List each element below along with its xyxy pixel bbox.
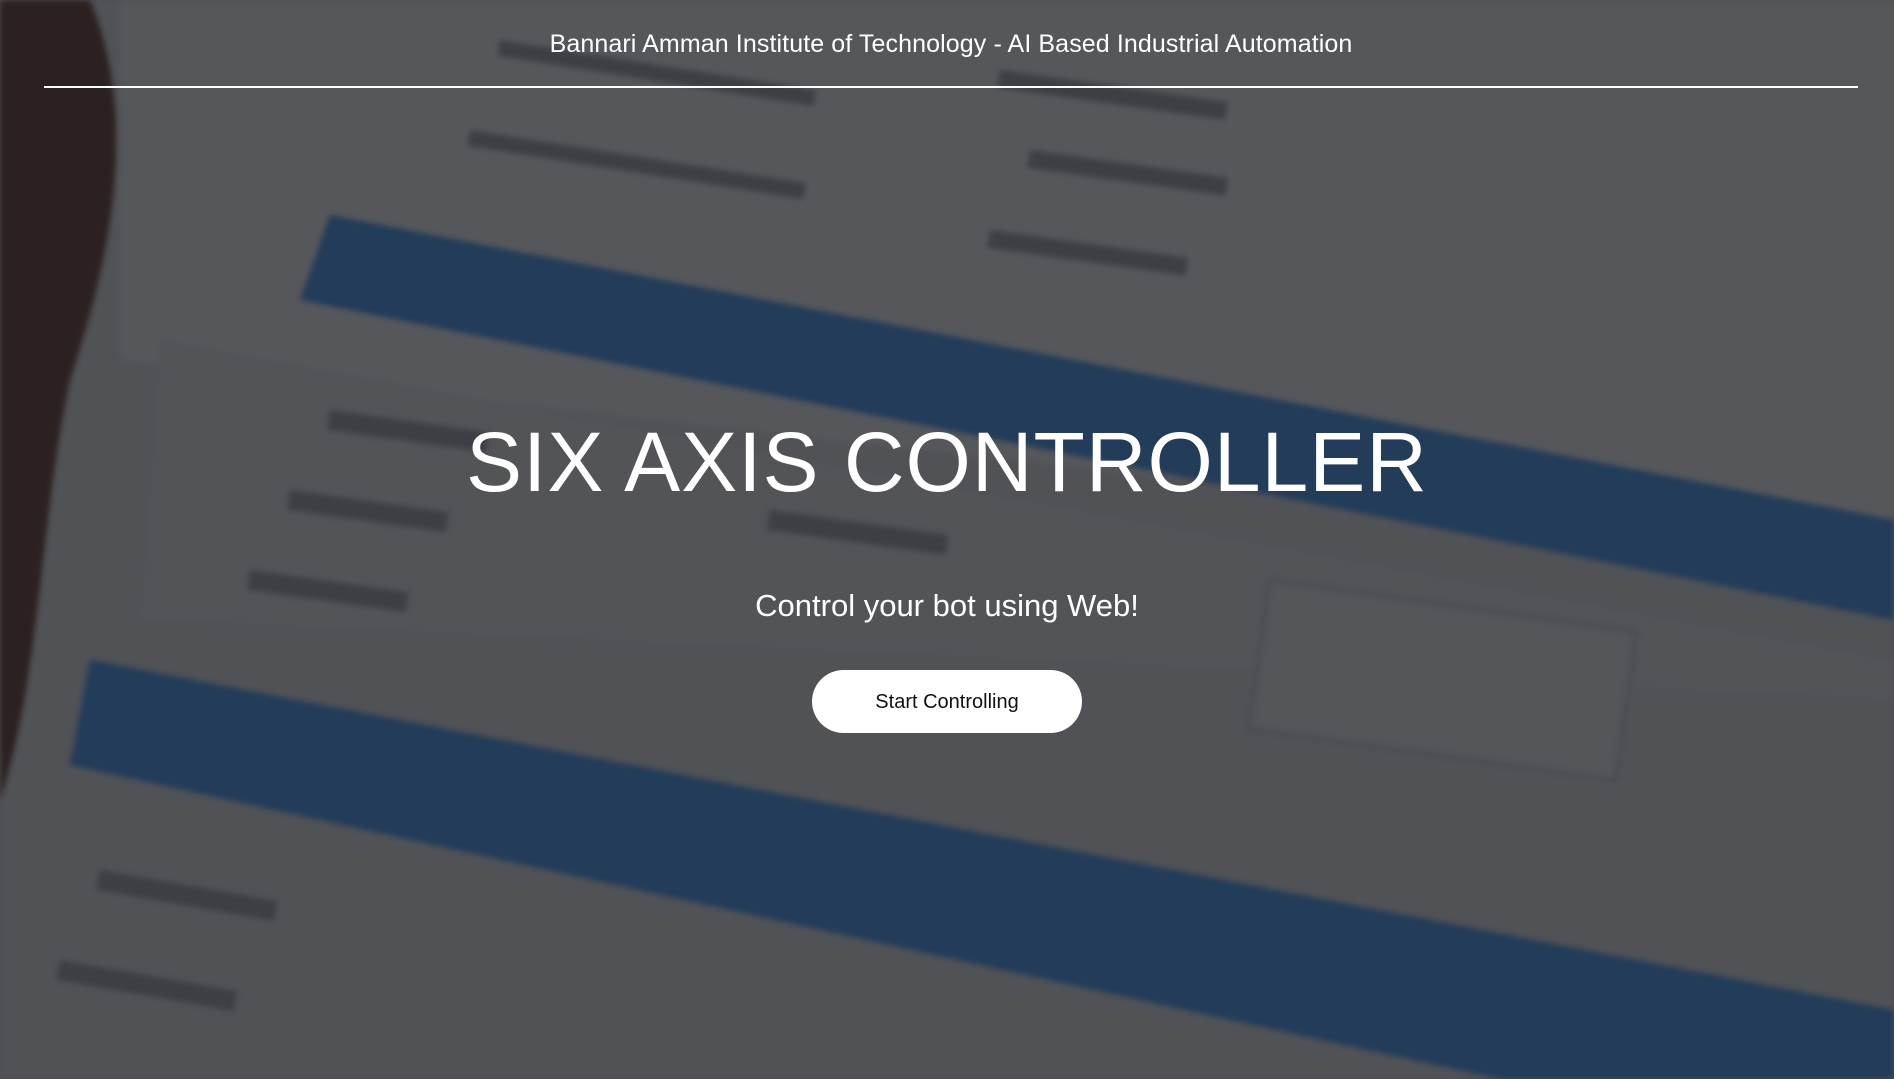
- landing-page: Bannari Amman Institute of Technology - …: [0, 0, 1894, 1079]
- site-title: Bannari Amman Institute of Technology - …: [549, 30, 1353, 58]
- hero-title: SIX AXIS CONTROLLER: [466, 415, 1428, 509]
- hero-section: SIX AXIS CONTROLLER Control your bot usi…: [0, 412, 1894, 733]
- site-header: Bannari Amman Institute of Technology - …: [44, 0, 1858, 88]
- hero-subtitle: Control your bot using Web!: [755, 588, 1139, 623]
- start-controlling-button[interactable]: Start Controlling: [812, 670, 1082, 733]
